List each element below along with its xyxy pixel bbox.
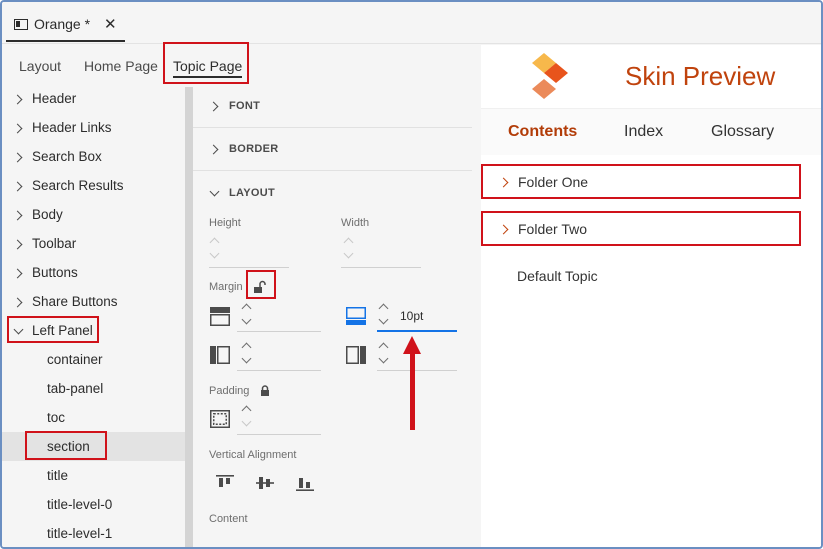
preview-header: Skin Preview <box>481 45 821 109</box>
padding-stepper[interactable] <box>241 403 255 433</box>
tab-home-page[interactable]: Home Page <box>84 50 158 82</box>
tree-item-container[interactable]: container <box>2 345 185 374</box>
tree-item-toc[interactable]: toc <box>2 403 185 432</box>
left-pane-scrollbar[interactable] <box>185 87 193 547</box>
preview-tab-glossary[interactable]: Glossary <box>711 123 774 141</box>
margin-top-stepper[interactable] <box>241 301 255 331</box>
vertical-alignment-label: Vertical Alignment <box>209 449 297 461</box>
section-layout[interactable]: LAYOUT <box>193 171 472 214</box>
tree-item-title-level-1[interactable]: title-level-1 <box>2 519 185 547</box>
margin-bottom-stepper[interactable] <box>378 301 392 331</box>
highlight-section <box>25 431 107 460</box>
section-label: FONT <box>229 100 261 112</box>
tree-item-label: Header <box>32 91 77 106</box>
margin-bottom-value[interactable]: 10pt <box>400 309 423 323</box>
skin-preview-pane: Skin Preview Contents Index Glossary Fol… <box>481 45 821 547</box>
tree-item-header-links[interactable]: Header Links <box>2 113 185 142</box>
chevron-right-icon <box>13 297 23 307</box>
tree-item-share-buttons[interactable]: Share Buttons <box>2 287 185 316</box>
highlight-left-panel <box>7 316 99 343</box>
tree-item-buttons[interactable]: Buttons <box>2 258 185 287</box>
tree-item-label: Header Links <box>32 120 112 135</box>
default-topic-link[interactable]: Default Topic <box>517 268 598 284</box>
tree-item-label: Share Buttons <box>32 294 118 309</box>
preview-tab-index[interactable]: Index <box>624 123 663 141</box>
document-tab-orange[interactable]: Orange * ✕ <box>6 8 125 42</box>
tree-item-tab-panel[interactable]: tab-panel <box>2 374 185 403</box>
margin-left-field[interactable] <box>237 370 321 371</box>
tree-item-label: Search Results <box>32 178 124 193</box>
tree-item-toolbar[interactable]: Toolbar <box>2 229 185 258</box>
width-field[interactable] <box>341 267 421 268</box>
section-font[interactable]: FONT <box>193 85 472 128</box>
margin-right-icon <box>346 346 366 364</box>
height-label: Height <box>209 217 241 229</box>
align-bottom-icon[interactable] <box>296 475 314 491</box>
height-stepper[interactable] <box>209 235 223 265</box>
width-stepper[interactable] <box>343 235 357 265</box>
app-window: Orange * ✕ Layout Home Page Topic Page H… <box>0 0 823 549</box>
section-label: LAYOUT <box>229 186 276 199</box>
margin-top-icon <box>210 307 230 326</box>
document-tab-title: Orange * <box>34 16 91 32</box>
close-icon[interactable]: ✕ <box>104 15 117 33</box>
chevron-right-icon <box>13 152 23 162</box>
chevron-right-icon <box>13 268 23 278</box>
section-label: BORDER <box>229 143 279 155</box>
tree-item-label: Search Box <box>32 149 102 164</box>
padding-icon <box>210 410 230 428</box>
tree-item-label: Body <box>32 207 63 222</box>
padding-label: Padding <box>209 385 250 397</box>
highlight-folder-two <box>481 211 801 246</box>
tree-item-label: Buttons <box>32 265 78 280</box>
chevron-right-icon <box>13 94 23 104</box>
window-icon <box>14 18 28 30</box>
height-field[interactable] <box>209 267 289 268</box>
tree-item-title[interactable]: title <box>2 461 185 490</box>
align-top-icon[interactable] <box>216 475 234 491</box>
margin-bottom-icon <box>346 307 366 325</box>
padding-field[interactable] <box>237 434 321 435</box>
margin-label: Margin <box>209 281 243 293</box>
section-border[interactable]: BORDER <box>193 128 472 171</box>
chevron-down-icon <box>209 188 219 198</box>
annotation-arrow-shaft <box>410 352 415 430</box>
chevron-right-icon <box>13 181 23 191</box>
highlight-unlock-icon <box>246 270 276 299</box>
align-middle-icon[interactable] <box>256 475 274 491</box>
chevron-right-icon <box>209 144 219 154</box>
chevron-right-icon <box>13 239 23 249</box>
tab-layout[interactable]: Layout <box>19 50 61 82</box>
width-label: Width <box>341 217 370 229</box>
highlight-folder-one <box>481 164 801 199</box>
chevron-right-icon <box>13 123 23 133</box>
tree-item-search-box[interactable]: Search Box <box>2 142 185 171</box>
tree-item-body[interactable]: Body <box>2 200 185 229</box>
tree-item-search-results[interactable]: Search Results <box>2 171 185 200</box>
margin-bottom-field[interactable] <box>377 330 457 332</box>
preview-tab-bar: Contents Index Glossary <box>481 109 821 155</box>
tree-item-header[interactable]: Header <box>2 84 185 113</box>
properties-pane: FONT BORDER LAYOUT Height Width Margin 1… <box>193 85 480 547</box>
chevron-right-icon <box>13 210 23 220</box>
margin-right-stepper[interactable] <box>378 340 392 370</box>
preview-title: Skin Preview <box>625 61 776 91</box>
margin-top-field[interactable] <box>237 331 321 332</box>
logo-icon <box>532 53 568 99</box>
document-tab-bar: Orange * ✕ <box>2 2 821 44</box>
preview-tab-contents[interactable]: Contents <box>508 123 577 141</box>
chevron-right-icon <box>209 101 219 111</box>
margin-right-field[interactable] <box>377 370 457 371</box>
tree-item-title-level-0[interactable]: title-level-0 <box>2 490 185 519</box>
margin-left-stepper[interactable] <box>241 340 255 370</box>
margin-left-icon <box>210 346 230 364</box>
highlight-topic-page-tab <box>163 42 249 84</box>
left-pane: Layout Home Page Topic Page Header Heade… <box>2 45 480 547</box>
content-label: Content <box>209 513 248 525</box>
tree-item-label: Toolbar <box>32 236 77 251</box>
lock-icon[interactable] <box>259 385 271 397</box>
